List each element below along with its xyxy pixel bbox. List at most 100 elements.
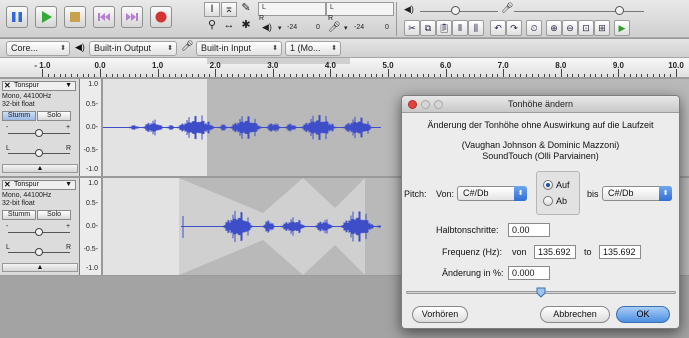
track-1-gain-minus: - [6, 124, 9, 131]
track-1-mute-button[interactable]: Stumm [2, 111, 36, 121]
direction-up-radio[interactable] [543, 180, 553, 190]
timeshift-tool-icon[interactable]: ↔ [221, 19, 237, 34]
track-2-mute-button[interactable]: Stumm [2, 210, 36, 220]
close-track-icon[interactable]: ✕ [4, 82, 11, 90]
frequency-to-input[interactable]: 135.692 [599, 245, 641, 259]
input-device-value: Built-in Input [201, 43, 252, 53]
track-2-solo-button[interactable]: Solo [37, 210, 71, 220]
semitones-input[interactable]: 0.00 [508, 223, 550, 237]
skip-to-start-button[interactable] [93, 6, 115, 28]
track-1-gain-knob[interactable] [35, 129, 43, 137]
zoom-tool-icon[interactable]: ⚲ [204, 19, 220, 34]
playback-meter[interactable]: L [258, 2, 326, 16]
timeline-ruler[interactable]: - 1.0 0.0 1.0 2.0 3.0 4.0 5.0 6.0 7.0 8.0 9.0 10.0 [0, 58, 689, 78]
output-device-select[interactable]: Built-in Output ⬍ [89, 41, 177, 56]
sync-lock-icon[interactable]: ⏲ [526, 20, 542, 36]
record-volume-arrow-icon[interactable]: ▾ [344, 24, 348, 32]
ok-button[interactable]: OK [616, 306, 670, 323]
audio-host-select[interactable]: Core... ⬍ [6, 41, 70, 56]
ruler-tick [520, 74, 521, 77]
paste-icon[interactable]: 📋︎ [436, 20, 452, 36]
cut-icon[interactable]: ✂ [404, 20, 420, 36]
track-2-collapse-button[interactable]: ▲ [2, 263, 78, 272]
percent-change-input[interactable]: 0.000 [508, 266, 550, 280]
ruler-tick [88, 74, 89, 77]
ruler-tick [135, 74, 136, 77]
output-volume-knob[interactable] [451, 6, 460, 15]
ruler-tick [463, 74, 464, 77]
ruler-tick [307, 74, 308, 77]
input-volume-knob[interactable] [615, 6, 624, 15]
direction-up-label: Auf [556, 180, 570, 190]
output-volume-icon: ◀) [404, 4, 414, 14]
pause-button[interactable] [6, 6, 28, 28]
track-1-pan-knob[interactable] [35, 149, 43, 157]
minimize-window-icon[interactable] [421, 100, 430, 109]
copy-icon[interactable]: ⧉ [420, 20, 436, 36]
track-1-name-menu[interactable]: ✕ Tonspur ▼ [2, 81, 76, 91]
cancel-button[interactable]: Abbrechen [540, 306, 610, 323]
ruler-tick [630, 74, 631, 77]
preview-button[interactable]: Vorhören [412, 306, 468, 323]
multi-tool-icon[interactable]: ✱ [238, 19, 254, 34]
draw-tool-icon[interactable]: ✎ [238, 2, 254, 17]
ruler-tick [636, 74, 637, 77]
selection-tool-icon[interactable]: I [204, 2, 220, 17]
stop-button[interactable] [64, 6, 86, 28]
fit-project-icon[interactable]: ⊞ [594, 20, 610, 36]
silence-icon[interactable]: ⫼ [468, 20, 484, 36]
trim-icon[interactable]: ⫴ [452, 20, 468, 36]
ruler-tick [474, 74, 475, 77]
frequency-from-input[interactable]: 135.692 [534, 245, 576, 259]
track-2-pan-knob[interactable] [35, 248, 43, 256]
from-pitch-select[interactable]: C#/Db ⬍ [457, 186, 527, 201]
ruler-tick [486, 74, 487, 77]
record-button[interactable] [150, 6, 172, 28]
audio-host-value: Core... [11, 43, 39, 53]
track-1-collapse-button[interactable]: ▲ [2, 164, 78, 173]
input-volume-slider[interactable] [514, 11, 644, 12]
track-2-gain-knob[interactable] [35, 228, 43, 236]
ruler-tick [428, 74, 429, 77]
track-2-scale-zero: 0.0- [85, 223, 98, 230]
ruler-tick [595, 74, 596, 77]
to-pitch-value: C#/Db [608, 188, 634, 198]
zoom-in-icon[interactable]: ⊕ [546, 20, 562, 36]
input-device-select[interactable]: Built-in Input ⬍ [196, 41, 282, 56]
envelope-tool-icon[interactable]: ⌅ [221, 2, 237, 17]
zoom-out-icon[interactable]: ⊖ [562, 20, 578, 36]
ruler-tick [60, 74, 61, 77]
direction-down-radio[interactable] [543, 196, 553, 206]
ruler-tick [446, 69, 447, 77]
skip-start-icon [98, 13, 110, 21]
to-pitch-select[interactable]: C#/Db ⬍ [602, 186, 672, 201]
track-1-gain-plus: + [66, 124, 71, 131]
playback-volume-arrow-icon[interactable]: ▾ [278, 24, 282, 32]
input-channels-select[interactable]: 1 (Mo... ⬍ [285, 41, 341, 56]
skip-to-end-button[interactable] [121, 6, 143, 28]
ruler-tick [244, 74, 245, 77]
direction-group: Auf Ab [536, 171, 580, 215]
close-track-icon[interactable]: ✕ [4, 181, 11, 189]
redo-icon[interactable]: ↷ [506, 20, 522, 36]
zoom-window-icon[interactable] [434, 100, 443, 109]
close-window-icon[interactable] [408, 100, 417, 109]
undo-icon[interactable]: ↶ [490, 20, 506, 36]
input-channels-value: 1 (Mo... [290, 43, 321, 53]
fit-selection-icon[interactable]: ⊡ [578, 20, 594, 36]
microphone-icon: 🎤︎ [328, 22, 341, 33]
dialog-titlebar[interactable]: Tonhöhe ändern [402, 96, 679, 113]
input-volume-icon: 🎤︎ [501, 3, 514, 14]
pause-icon [12, 12, 22, 22]
play-at-speed-icon[interactable]: ▶ [614, 20, 630, 36]
track-2-name: Tonspur [14, 181, 39, 188]
track-1-pan-right: R [66, 145, 72, 152]
play-button[interactable] [35, 6, 57, 28]
track-2-name-menu[interactable]: ✕ Tonspur ▼ [2, 180, 76, 190]
ruler-tick [256, 74, 257, 77]
track-1-solo-button[interactable]: Solo [37, 111, 71, 121]
ruler-tick [319, 74, 320, 77]
record-meter[interactable]: L [326, 2, 394, 16]
percent-change-slider-thumb[interactable] [536, 287, 546, 298]
track-1-control-panel: ✕ Tonspur ▼ Mono, 44100Hz 32-bit float S… [0, 79, 80, 176]
